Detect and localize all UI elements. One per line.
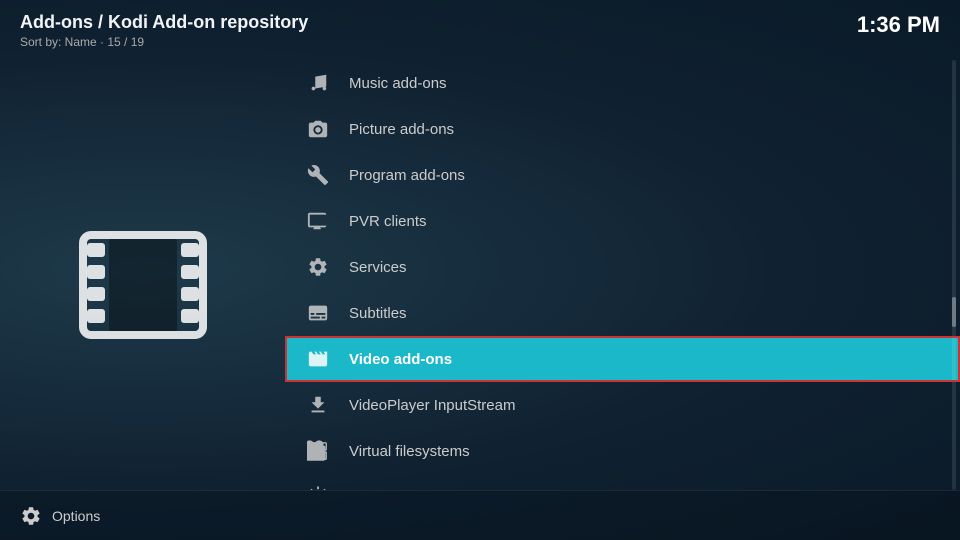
breadcrumb: Add-ons / Kodi Add-on repository	[20, 12, 308, 33]
header-left: Add-ons / Kodi Add-on repository Sort by…	[20, 12, 308, 49]
menu-item-pvr-clients[interactable]: PVR clients	[285, 198, 960, 244]
options-button[interactable]: Options	[20, 505, 100, 527]
subtitles-icon	[305, 300, 331, 326]
sort-info: Sort by: Name · 15 / 19	[20, 35, 308, 49]
grid-box-icon	[305, 438, 331, 464]
gear-icon	[305, 254, 331, 280]
monitor-icon	[305, 208, 331, 234]
picture-addons-label: Picture add-ons	[349, 121, 454, 138]
menu-item-virtual-filesystems[interactable]: Virtual filesystems	[285, 428, 960, 474]
music-addons-label: Music add-ons	[349, 75, 447, 92]
menu-item-weather[interactable]: Weather	[285, 474, 960, 490]
video-addons-label: Video add-ons	[349, 351, 452, 368]
menu-item-videoplayer-inputstream[interactable]: VideoPlayer InputStream	[285, 382, 960, 428]
videoplayer-inputstream-label: VideoPlayer InputStream	[349, 397, 516, 414]
music-icon	[305, 70, 331, 96]
scrollbar[interactable]	[952, 60, 956, 490]
menu-item-video-addons[interactable]: Video add-ons	[285, 336, 960, 382]
settings-wheel-icon	[20, 505, 42, 527]
virtual-filesystems-label: Virtual filesystems	[349, 443, 470, 460]
menu-item-subtitles[interactable]: Subtitles	[285, 290, 960, 336]
header: Add-ons / Kodi Add-on repository Sort by…	[0, 0, 960, 55]
wrench-icon	[305, 162, 331, 188]
menu-list: Music add-ons Picture add-ons Program ad…	[285, 60, 960, 490]
film-icon	[73, 225, 213, 345]
options-label: Options	[52, 508, 100, 524]
services-label: Services	[349, 259, 407, 276]
scrollbar-thumb[interactable]	[952, 297, 956, 327]
menu-item-services[interactable]: Services	[285, 244, 960, 290]
menu-item-picture-addons[interactable]: Picture add-ons	[285, 106, 960, 152]
pvr-clients-label: PVR clients	[349, 213, 427, 230]
camera-icon	[305, 116, 331, 142]
menu-item-music-addons[interactable]: Music add-ons	[285, 60, 960, 106]
footer: Options	[0, 490, 960, 540]
download-arrow-icon	[305, 392, 331, 418]
left-panel	[0, 80, 285, 490]
subtitles-label: Subtitles	[349, 305, 407, 322]
clock: 1:36 PM	[857, 12, 940, 38]
menu-item-program-addons[interactable]: Program add-ons	[285, 152, 960, 198]
program-addons-label: Program add-ons	[349, 167, 465, 184]
film-grid-icon	[305, 346, 331, 372]
